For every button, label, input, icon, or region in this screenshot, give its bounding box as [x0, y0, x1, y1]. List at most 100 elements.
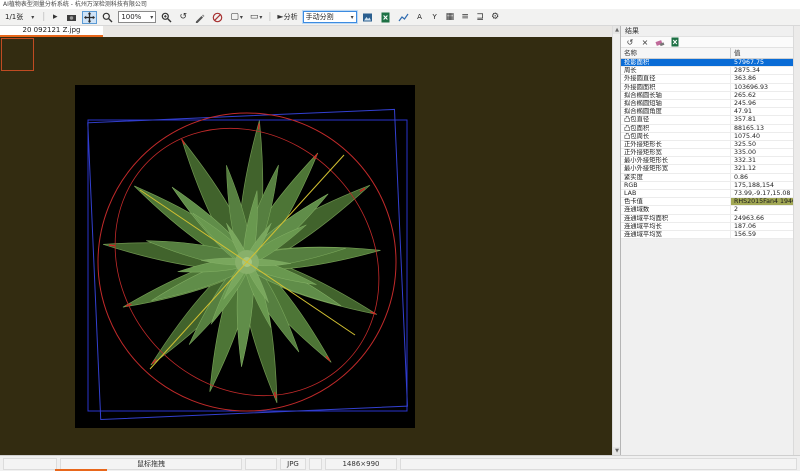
table-row[interactable]: 外接圆直径363.86 — [621, 75, 794, 83]
camera-icon — [66, 12, 77, 23]
results-panel-title: 结果 — [621, 26, 800, 36]
delete-button[interactable]: × — [640, 37, 650, 47]
column-header-name: 名称 — [621, 48, 731, 58]
export-button[interactable]: ⊒ — [474, 11, 486, 24]
edit-button[interactable] — [192, 11, 207, 24]
rotate-left-button[interactable]: ↺ — [177, 11, 189, 24]
row-value: 2875.34 — [731, 67, 794, 74]
curve-icon — [398, 12, 409, 23]
row-value: 245.96 — [731, 100, 794, 107]
results-scrollbar[interactable] — [793, 26, 800, 455]
row-label: 最小外接矩形宽 — [621, 165, 731, 172]
roi-tool-dropdown[interactable]: ▭ ▾ — [248, 11, 265, 24]
tab-image-file[interactable]: 20 092121 Z.jpg — [0, 26, 103, 37]
rhs-color-swatch: RHS2015Fan4 194C Yellow — [731, 198, 794, 205]
export-icon: ⊒ — [476, 13, 484, 22]
cancel-button[interactable] — [210, 11, 225, 24]
status-hint: 鼠标拖拽 — [60, 458, 242, 470]
row-label: 周长 — [621, 67, 731, 74]
export-image-button[interactable] — [360, 11, 375, 24]
table-row[interactable]: 正外接矩形宽335.00 — [621, 149, 794, 157]
move-icon — [84, 12, 95, 23]
window-title: AI植物表型测量分析系统 - 杭州万深检测科技有限公司 — [0, 0, 800, 9]
segmentation-mode-select[interactable]: 手动分割 ▾ — [303, 11, 357, 23]
table-row[interactable]: 拟合椭圆短轴245.96 — [621, 100, 794, 108]
row-label: 投影面积 — [621, 59, 731, 66]
table-row[interactable]: 投影面积57967.75 — [621, 59, 794, 67]
row-label: 凸包面积 — [621, 125, 731, 132]
eraser-icon — [655, 37, 665, 47]
row-label: 色卡值 — [621, 198, 731, 205]
settings-button[interactable]: ⚙ — [489, 11, 501, 24]
table-row[interactable]: LAB73.99,-9.17,15.08 — [621, 190, 794, 198]
zoom-level-select[interactable]: 100% ▾ — [118, 11, 156, 23]
zoom-in-button[interactable] — [159, 11, 174, 24]
row-value: 0.86 — [731, 174, 794, 181]
toolbar-separator: | — [268, 12, 271, 22]
table-row[interactable]: 凸包面积88165.13 — [621, 125, 794, 133]
chevron-down-icon: ▾ — [351, 14, 354, 21]
status-cell-empty — [309, 458, 322, 470]
list-icon: ≡ — [461, 13, 469, 22]
table-row[interactable]: 凸包周长1075.40 — [621, 133, 794, 141]
table-row[interactable]: 连通域平均面积24963.66 — [621, 215, 794, 223]
column-header-value: 值 — [731, 48, 794, 58]
table-row[interactable]: RGB175,188,154 — [621, 182, 794, 190]
row-value: 335.00 — [731, 149, 794, 156]
status-image-dimensions: 1486×990 — [325, 458, 397, 470]
excel-export-button[interactable] — [670, 37, 680, 47]
analyze-button[interactable]: ► 分析 — [275, 11, 299, 24]
row-label: 最小外接矩形长 — [621, 157, 731, 164]
main-toolbar: 1/1张 ▾ | ▸ 100% ▾ ↺ ▢ ▾ ▭ ▾ | ► 分析 手动分割 … — [0, 9, 800, 26]
row-value: 175,188,154 — [731, 182, 794, 189]
snapshot-button[interactable] — [64, 11, 79, 24]
curve-button[interactable] — [396, 11, 411, 24]
table-row[interactable]: 连通域平均宽156.59 — [621, 231, 794, 239]
branch-icon: Y — [432, 13, 436, 21]
row-label: 连通域数 — [621, 206, 731, 213]
refresh-button[interactable]: ↺ — [625, 37, 635, 47]
pan-tool-button[interactable] — [82, 11, 97, 24]
table-row[interactable]: 最小外接矩形宽321.12 — [621, 165, 794, 173]
zoom-tool-button[interactable] — [100, 11, 115, 24]
row-label: 凸包直径 — [621, 116, 731, 123]
row-label: 拟合椭圆角度 — [621, 108, 731, 115]
clear-button[interactable] — [655, 37, 665, 47]
rect-tool-dropdown[interactable]: ▢ ▾ — [228, 11, 245, 24]
branch-button[interactable]: Y — [429, 11, 441, 24]
table-row[interactable]: 凸包直径357.81 — [621, 116, 794, 124]
rectangle-shape-icon: ▭ — [250, 13, 259, 22]
row-value: 325.50 — [731, 141, 794, 148]
table-row[interactable]: 色卡值RHS2015Fan4 194C Yellow — [621, 198, 794, 206]
table-row[interactable]: 最小外接矩形长332.31 — [621, 157, 794, 165]
annotate-button[interactable]: A — [414, 11, 426, 24]
next-image-button[interactable]: ▸ — [49, 11, 61, 24]
navigator-thumbnail[interactable] — [1, 38, 34, 71]
excel-export-button[interactable] — [378, 11, 393, 24]
table-row[interactable]: 紧实度0.86 — [621, 174, 794, 182]
table-row[interactable]: 周长2875.34 — [621, 67, 794, 75]
no-entry-icon — [212, 12, 223, 23]
row-value: 88165.13 — [731, 125, 794, 132]
row-value: 73.99,-9.17,15.08 — [731, 190, 794, 197]
table-row[interactable]: 外接圆面积103696.93 — [621, 84, 794, 92]
row-label: 拟合椭圆长轴 — [621, 92, 731, 99]
list-view-button[interactable]: ≡ — [459, 11, 471, 24]
row-value: 156.59 — [731, 231, 794, 238]
table-row[interactable]: 拟合椭圆长轴265.62 — [621, 92, 794, 100]
grid-view-button[interactable]: ▦ — [444, 11, 457, 24]
results-table: 名称 值 投影面积57967.75 周长2875.34 外接圆直径363.86 … — [621, 48, 794, 239]
table-row[interactable]: 连通域数2 — [621, 206, 794, 214]
status-cell-empty — [245, 458, 277, 470]
table-row[interactable]: 正外接矩形长325.50 — [621, 141, 794, 149]
image-canvas[interactable] — [0, 37, 612, 455]
analyzed-image[interactable] — [75, 85, 415, 428]
magnifier-plus-icon — [161, 12, 172, 23]
chevron-down-icon: ▾ — [150, 14, 153, 21]
page-dropdown-button[interactable]: ▾ — [26, 11, 38, 24]
chevron-right-icon: ▸ — [53, 13, 58, 22]
table-row[interactable]: 连通域平均长187.06 — [621, 223, 794, 231]
page-indicator: 1/1张 — [5, 12, 23, 22]
table-row[interactable]: 拟合椭圆角度47.91 — [621, 108, 794, 116]
canvas-vertical-scrollbar[interactable]: ▲ ▼ — [612, 26, 620, 455]
